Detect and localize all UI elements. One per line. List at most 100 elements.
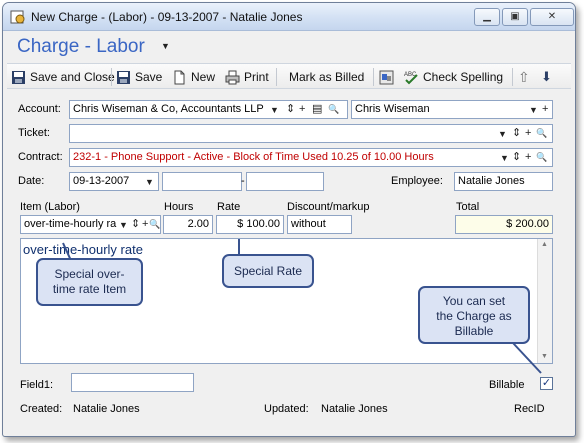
scroll-up-icon[interactable]: ▲ (541, 241, 548, 248)
check-spelling-label: Check Spelling (423, 70, 504, 84)
rate-column-label: Rate (217, 201, 241, 213)
page-title[interactable]: Charge - Labor (17, 36, 145, 58)
toolbar-divider (512, 68, 513, 86)
total-field: $ 200.00 (455, 215, 553, 234)
title-menu-caret-icon[interactable]: ▼ (161, 41, 170, 51)
item-column-label: Item (Labor) (20, 201, 80, 213)
item-combobox[interactable]: over-time-hourly ra ▼ ⇕ + 🔍 (20, 215, 161, 234)
minimize-button[interactable]: ▁ (474, 8, 500, 26)
toolbar-divider (373, 68, 374, 86)
mark-as-billed-label: Mark as Billed (289, 70, 365, 84)
total-value: $ 200.00 (506, 218, 549, 230)
updated-label: Updated: (264, 403, 309, 415)
new-document-icon (174, 70, 185, 84)
charge-window: New Charge - (Labor) - 09-13-2007 - Nata… (2, 2, 576, 437)
hours-column-label: Hours (164, 201, 194, 213)
toolbar-divider (276, 68, 277, 86)
next-record-icon[interactable]: ⬇ (541, 67, 552, 87)
app-icon (10, 10, 25, 24)
save-close-icon (12, 70, 25, 84)
maximize-button[interactable]: ▣ (502, 8, 528, 26)
item-callout: Special over- time rate Item (36, 258, 143, 306)
add-icon[interactable]: + (525, 125, 531, 142)
toolbar-divider (111, 68, 112, 86)
search-icon[interactable]: 🔍 (536, 149, 548, 166)
toolbar: Save and Close Save New Print Mark as Bi… (7, 63, 571, 89)
floppy-disk-icon (117, 70, 130, 84)
title-bar: New Charge - (Labor) - 09-13-2007 - Nata… (3, 3, 575, 31)
window-title: New Charge - (Labor) - 09-13-2007 - Nata… (31, 10, 303, 24)
mark-as-billed-button[interactable]: Mark as Billed (289, 67, 364, 87)
field1-label: Field1: (20, 379, 54, 391)
date-value: 09-13-2007 (73, 175, 130, 187)
close-button[interactable]: ✕ (530, 8, 574, 26)
search-icon[interactable]: 🔍 (536, 125, 547, 142)
printer-icon (225, 70, 240, 84)
new-button[interactable]: New (172, 67, 215, 87)
new-label: New (191, 70, 216, 84)
billable-checkbox[interactable]: ✓ (540, 377, 553, 390)
contract-label: Contract: (18, 151, 63, 163)
rate-value: $ 100.00 (237, 218, 280, 230)
contact-card-icon[interactable]: ▤ (312, 101, 322, 118)
print-label: Print (244, 70, 269, 84)
spin-icon[interactable]: ⇕ (286, 101, 295, 118)
search-icon[interactable]: 🔍 (328, 101, 339, 118)
spell-check-icon: ABC (404, 72, 418, 84)
end-time-field[interactable] (246, 172, 324, 191)
contact-combobox[interactable]: Chris Wiseman ▼ + (351, 100, 553, 119)
account-label: Account: (18, 103, 61, 115)
previous-record-icon[interactable]: ⇧ (518, 67, 530, 87)
save-and-close-label: Save and Close (30, 70, 115, 84)
add-icon[interactable]: + (525, 149, 532, 166)
date-label: Date: (18, 175, 45, 187)
add-icon[interactable]: + (542, 101, 548, 118)
check-spelling-button[interactable]: ABC Check Spelling (404, 67, 503, 87)
billable-callout: You can set the Charge as Billable (418, 286, 530, 344)
discount-field[interactable]: without (287, 215, 352, 234)
contract-combobox[interactable]: 232-1 - Phone Support - Active - Block o… (69, 148, 553, 167)
start-time-field[interactable] (162, 172, 242, 191)
chevron-down-icon[interactable]: ▼ (119, 217, 128, 233)
date-picker[interactable]: 09-13-2007 ▼ (69, 172, 159, 191)
ticket-label: Ticket: (18, 127, 50, 139)
recid-label: RecID (514, 403, 545, 415)
chevron-down-icon[interactable]: ▼ (498, 150, 509, 166)
created-value: Natalie Jones (73, 403, 140, 415)
save-button[interactable]: Save (116, 67, 162, 87)
hours-value: 2.00 (187, 218, 209, 230)
field1-input[interactable] (71, 373, 194, 392)
spin-icon[interactable]: ⇕ (512, 125, 521, 142)
spin-icon[interactable]: ⇕ (512, 149, 522, 166)
memo-scrollbar[interactable]: ▲ ▼ (537, 239, 552, 363)
search-icon[interactable]: 🔍 (149, 216, 160, 233)
account-combobox[interactable]: Chris Wiseman & Co, Accountants LLP ▼ ⇕ … (69, 100, 348, 119)
hours-field[interactable]: 2.00 (163, 215, 213, 234)
add-icon[interactable]: + (299, 101, 305, 118)
spin-icon[interactable]: ⇕ (131, 216, 140, 233)
chevron-down-icon[interactable]: ▼ (498, 126, 507, 142)
item-value: over-time-hourly ra (24, 218, 117, 230)
scroll-down-icon[interactable]: ▼ (541, 353, 548, 360)
ticket-combobox[interactable]: ▼ ⇕ + 🔍 (69, 124, 553, 143)
updated-value: Natalie Jones (321, 403, 388, 415)
billable-label: Billable (489, 379, 525, 391)
rate-field[interactable]: $ 100.00 (216, 215, 284, 234)
discount-value: without (291, 218, 326, 230)
contact-value: Chris Wiseman (355, 103, 430, 115)
print-button[interactable]: Print (225, 67, 269, 87)
add-icon[interactable]: + (142, 216, 148, 233)
contract-value: 232-1 - Phone Support - Active - Block o… (73, 151, 434, 163)
employee-label: Employee: (391, 175, 443, 187)
save-label: Save (135, 70, 163, 84)
created-label: Created: (20, 403, 63, 415)
chevron-down-icon[interactable]: ▼ (145, 174, 154, 190)
attach-button[interactable] (379, 67, 398, 87)
save-and-close-button[interactable]: Save and Close (11, 67, 115, 87)
memo-text: over-time-hourly rate (23, 242, 143, 257)
chevron-down-icon[interactable]: ▼ (270, 102, 279, 118)
employee-field[interactable]: Natalie Jones (454, 172, 553, 191)
chevron-down-icon[interactable]: ▼ (529, 102, 538, 118)
discount-column-label: Discount/markup (287, 201, 370, 213)
total-column-label: Total (456, 201, 480, 213)
